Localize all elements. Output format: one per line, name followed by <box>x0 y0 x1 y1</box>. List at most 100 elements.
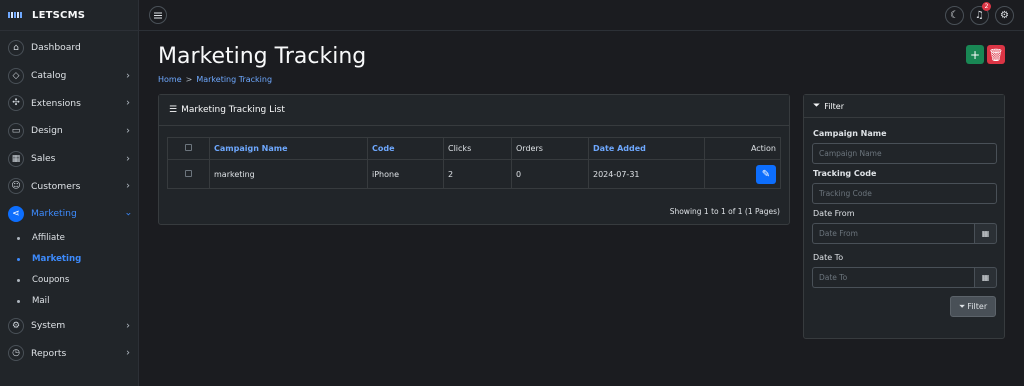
brand[interactable]: LETSCMS <box>0 0 138 31</box>
col-action: Action <box>704 137 781 160</box>
sidebar-subitem-marketing[interactable]: Marketing <box>0 249 138 270</box>
sidebar-item-system[interactable]: ⚙ System › <box>0 312 138 340</box>
col-orders: Orders <box>511 137 589 160</box>
sidebar-item-extensions[interactable]: ✣ Extensions › <box>0 89 138 117</box>
row-checkbox[interactable] <box>185 169 192 177</box>
bullet-icon <box>17 236 20 240</box>
sidebar-item-marketing[interactable]: ⋖ Marketing › <box>0 200 138 228</box>
tracking-code-input[interactable] <box>812 183 997 204</box>
brand-logo-icon <box>8 12 28 18</box>
tag-icon: ◇ <box>8 67 24 84</box>
date-from-group: ▦ <box>812 223 997 244</box>
date-from-input[interactable] <box>812 223 974 244</box>
sidebar-item-label: Sales <box>31 153 56 165</box>
sidebar-item-label: Extensions <box>31 97 81 109</box>
tracking-table: Campaign Name Code Clicks Orders Date Ad… <box>167 137 781 189</box>
sidebar-subitem-mail[interactable]: Mail <box>0 291 138 312</box>
chevron-right-icon: › <box>126 153 130 165</box>
monitor-icon: ▭ <box>8 122 24 139</box>
row-select-cell <box>167 159 210 189</box>
delete-button[interactable]: 🗑︎ <box>987 45 1005 64</box>
filter-button[interactable]: ⏷ Filter <box>950 296 996 317</box>
col-code[interactable]: Code <box>367 137 444 160</box>
sidebar-item-sales[interactable]: ▦ Sales › <box>0 145 138 173</box>
topbar: ☾ ♫ 2 ⚙ <box>139 0 1024 31</box>
col-clicks: Clicks <box>443 137 512 160</box>
sidebar-item-customers[interactable]: ☺ Customers › <box>0 172 138 200</box>
edit-button[interactable]: ✎ <box>756 164 776 184</box>
date-to-group: ▦ <box>812 267 997 288</box>
table-row: marketing iPhone 2 0 2024-07-31 ✎ <box>167 159 781 189</box>
bullet-icon <box>17 299 20 303</box>
breadcrumb-current[interactable]: Marketing Tracking <box>196 75 272 84</box>
funnel-icon: ⏷ <box>813 101 821 111</box>
marketing-submenu: Affiliate Marketing Coupons Mail <box>0 228 138 312</box>
sidebar-subitem-label: Marketing <box>32 254 82 265</box>
sidebar-subitem-label: Mail <box>32 296 50 307</box>
sidebar-item-design[interactable]: ▭ Design › <box>0 117 138 145</box>
gear-icon: ⚙ <box>1000 10 1009 21</box>
list-icon: ☰ <box>169 105 178 115</box>
sidebar-item-catalog[interactable]: ◇ Catalog › <box>0 62 138 90</box>
add-button[interactable]: + <box>966 45 984 64</box>
sidebar: LETSCMS ⌂ Dashboard ◇ Catalog › ✣ Extens… <box>0 0 139 386</box>
calendar-icon[interactable]: ▦ <box>974 223 997 244</box>
sidebar-nav: ⌂ Dashboard ◇ Catalog › ✣ Extensions › ▭… <box>0 31 138 367</box>
breadcrumb-home[interactable]: Home <box>158 75 182 84</box>
card-title: Marketing Tracking List <box>181 105 285 115</box>
cell-orders: 0 <box>511 159 589 189</box>
clock-icon: ◷ <box>8 345 24 362</box>
sidebar-subitem-coupons[interactable]: Coupons <box>0 270 138 291</box>
shop-icon: ▦ <box>8 150 24 167</box>
filter-card: ⏷ Filter Campaign Name Tracking Code Dat… <box>803 94 1005 339</box>
breadcrumb-separator: > <box>185 75 193 84</box>
funnel-icon: ⏷ <box>958 301 966 311</box>
filter-title: Filter <box>824 101 845 111</box>
topbar-actions: ☾ ♫ 2 ⚙ <box>945 2 1014 25</box>
gear-icon: ⚙ <box>8 317 24 334</box>
home-icon: ⌂ <box>8 39 24 56</box>
share-icon: ⋖ <box>8 205 24 222</box>
date-to-label: Date To <box>813 253 844 262</box>
bullet-icon <box>17 278 20 282</box>
chevron-right-icon: › <box>126 97 130 109</box>
filter-header: ⏷ Filter <box>804 95 1004 118</box>
sidebar-item-reports[interactable]: ◷ Reports › <box>0 340 138 368</box>
user-icon: ☺ <box>8 178 24 195</box>
settings-button[interactable]: ⚙ <box>995 6 1014 25</box>
cell-date-added: 2024-07-31 <box>588 159 705 189</box>
sidebar-item-label: Dashboard <box>31 42 81 54</box>
dark-mode-toggle[interactable]: ☾ <box>945 6 964 25</box>
pagination-summary: Showing 1 to 1 of 1 (1 Pages) <box>669 207 780 216</box>
date-to-input[interactable] <box>812 267 974 288</box>
sidebar-item-label: Customers <box>31 180 81 192</box>
plus-icon: + <box>969 47 981 62</box>
date-from-label: Date From <box>813 209 855 218</box>
chevron-down-icon: › <box>122 211 134 216</box>
trash-icon: 🗑︎ <box>988 47 1004 62</box>
tracking-code-label: Tracking Code <box>813 169 877 178</box>
cell-clicks: 2 <box>443 159 512 189</box>
moon-icon: ☾ <box>950 10 959 21</box>
notifications-button[interactable]: ♫ 2 <box>970 2 991 25</box>
card-header: ☰ Marketing Tracking List <box>159 95 789 126</box>
col-campaign-name[interactable]: Campaign Name <box>209 137 368 160</box>
sidebar-item-label: Design <box>31 125 63 137</box>
sidebar-item-dashboard[interactable]: ⌂ Dashboard <box>0 34 138 62</box>
chevron-right-icon: › <box>126 70 130 82</box>
sidebar-subitem-affiliate[interactable]: Affiliate <box>0 228 138 249</box>
sidebar-subitem-label: Affiliate <box>32 233 65 244</box>
sidebar-item-label: Catalog <box>31 70 67 82</box>
menu-toggle-icon[interactable] <box>149 6 167 24</box>
notification-badge: 2 <box>982 2 991 11</box>
campaign-name-label: Campaign Name <box>813 129 887 138</box>
sidebar-item-label: Marketing <box>31 208 77 220</box>
page-actions: + 🗑︎ <box>966 45 1005 64</box>
select-all-checkbox[interactable] <box>185 144 192 151</box>
chevron-right-icon: › <box>126 320 130 332</box>
col-date-added[interactable]: Date Added <box>588 137 705 160</box>
calendar-icon[interactable]: ▦ <box>974 267 997 288</box>
pencil-icon: ✎ <box>761 168 771 180</box>
campaign-name-input[interactable] <box>812 143 997 164</box>
bullet-icon <box>17 257 20 261</box>
